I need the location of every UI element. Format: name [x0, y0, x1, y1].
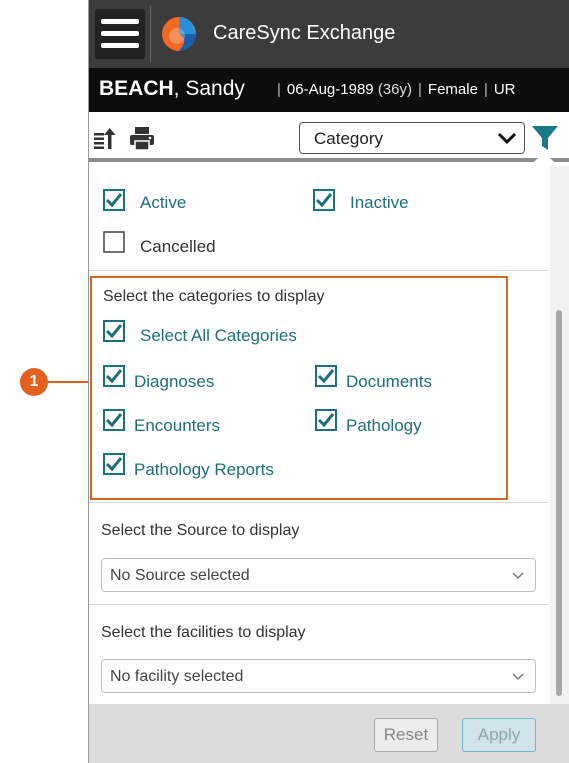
category-select[interactable]: Category [299, 122, 525, 154]
category-label: Pathology Reports [134, 460, 274, 479]
app-title: CareSync Exchange [213, 22, 396, 44]
source-select[interactable]: No Source selected [101, 558, 536, 592]
checkbox-checked-icon[interactable] [103, 453, 125, 475]
facilities-title: Select the facilities to display [101, 624, 306, 641]
callout-badge: 1 [20, 368, 48, 396]
toolbar: Category [89, 112, 569, 162]
checkbox-checked-icon[interactable] [103, 189, 125, 211]
header-divider [150, 6, 151, 62]
status-inactive-label: Inactive [350, 193, 409, 212]
dropdown-caret [532, 152, 556, 164]
category-select-value: Category [314, 129, 383, 148]
chevron-down-icon [512, 572, 524, 580]
chevron-down-icon [497, 132, 517, 145]
scrollbar-thumb[interactable] [556, 310, 562, 696]
filter-panel: CareSync Exchange BEACH, Sandy | 06-Aug-1… [88, 0, 569, 763]
categories-title: Select the categories to display [103, 288, 325, 305]
section-divider [89, 604, 549, 605]
patient-name: BEACH, Sandy [99, 77, 245, 100]
apply-button[interactable]: Apply [462, 718, 536, 752]
category-label: Pathology [346, 416, 422, 435]
menu-icon[interactable] [95, 9, 145, 59]
patient-banner: BEACH, Sandy | 06-Aug-1989 (36y) | Female | U… [89, 68, 569, 112]
facility-select-value: No facility selected [110, 668, 244, 685]
section-divider [89, 270, 549, 271]
patient-dob: 06-Aug-1989 [286, 81, 374, 98]
checkbox-checked-icon[interactable] [103, 320, 125, 342]
patient-info: | 06-Aug-1989 (36y) | Female | UR [277, 81, 516, 98]
reset-button[interactable]: Reset [374, 718, 438, 752]
checkbox-checked-icon[interactable] [315, 409, 337, 431]
source-title: Select the Source to display [101, 522, 300, 539]
scrollbar-track[interactable] [550, 166, 569, 704]
section-divider [89, 502, 549, 503]
patient-gender: Female [427, 81, 478, 98]
caresync-logo-icon [162, 17, 196, 51]
category-label: Diagnoses [134, 372, 215, 391]
dropdown-footer: Reset Apply [89, 704, 569, 763]
facility-select[interactable]: No facility selected [101, 659, 536, 693]
filter-icon[interactable] [531, 124, 559, 152]
checkbox-checked-icon[interactable] [103, 409, 125, 431]
checkbox-checked-icon[interactable] [103, 365, 125, 387]
print-icon[interactable] [129, 125, 155, 151]
patient-truncated: UR [493, 81, 516, 98]
app-header: CareSync Exchange [89, 0, 569, 68]
category-label: Encounters [134, 416, 220, 435]
source-select-value: No Source selected [110, 567, 250, 584]
status-active-label: Active [140, 193, 187, 212]
patient-age: (36y) [377, 81, 412, 98]
checkbox-checked-icon[interactable] [313, 189, 335, 211]
filter-dropdown-content: Active Inactive Cancelled Select the cat… [89, 166, 551, 704]
chevron-down-icon [512, 673, 524, 681]
checkbox-checked-icon[interactable] [315, 365, 337, 387]
status-cancelled-label: Cancelled [140, 237, 216, 256]
category-label: Documents [346, 372, 432, 391]
select-all-label: Select All Categories [140, 326, 297, 345]
export-icon[interactable] [93, 125, 119, 151]
callout-line [48, 381, 90, 383]
checkbox-unchecked-icon[interactable] [103, 231, 125, 253]
